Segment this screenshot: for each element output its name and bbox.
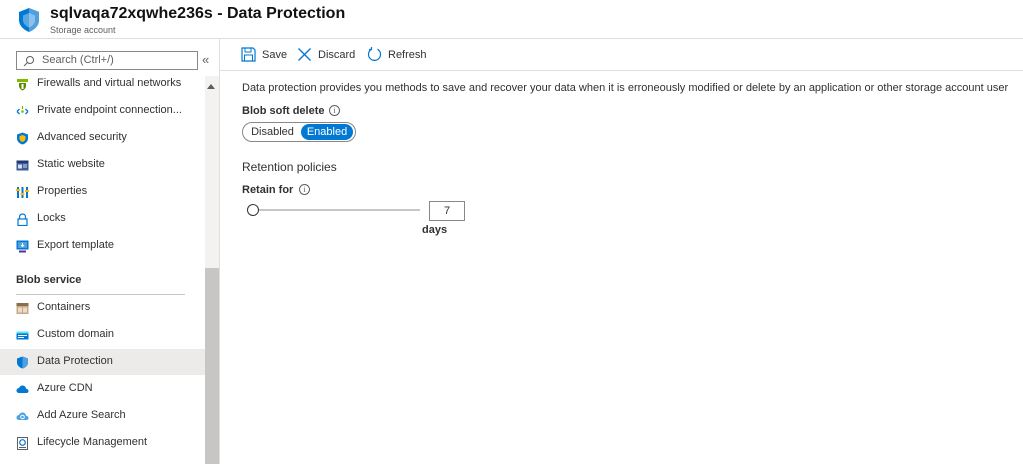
sidebar-item-label: Data Protection	[37, 355, 113, 367]
sidebar-item-label: Locks	[37, 212, 66, 224]
refresh-label: Refresh	[388, 49, 427, 61]
retain-for-label: Retain for	[242, 184, 294, 196]
days-unit-label: days	[422, 224, 448, 236]
sidebar-item-export-template[interactable]: Export template	[0, 233, 205, 259]
containers-icon	[16, 303, 29, 314]
sidebar-item-static-website[interactable]: Static website	[0, 152, 205, 178]
refresh-icon	[367, 47, 382, 61]
sidebar-item-label: Add Azure Search	[37, 409, 126, 421]
info-icon[interactable]: i	[299, 184, 310, 195]
lifecycle-icon	[17, 437, 28, 450]
sidebar-item-add-azure-search[interactable]: Add Azure Search	[0, 403, 205, 429]
sidebar-item-label: Static website	[37, 158, 105, 170]
sidebar-item-properties[interactable]: Properties	[0, 179, 205, 205]
custom-domain-icon	[16, 331, 29, 340]
header: sqlvaqa72xqwhe236s - Data Protection Sto…	[0, 0, 1023, 39]
sidebar-item-azure-cdn[interactable]: Azure CDN	[0, 376, 205, 402]
scroll-up-arrow-icon[interactable]	[207, 84, 215, 89]
cloud-icon	[16, 385, 29, 393]
retention-slider-track[interactable]	[256, 209, 420, 211]
sidebar-item-advanced-security[interactable]: Advanced security	[0, 125, 205, 151]
sidebar-item-label: Firewalls and virtual networks	[37, 77, 182, 89]
shield-icon	[17, 132, 28, 145]
sidebar-item-containers[interactable]: Containers	[0, 295, 205, 321]
search-icon	[23, 56, 34, 67]
sidebar-item-label: Azure CDN	[37, 382, 93, 394]
section-heading-blob-service: Blob service	[16, 274, 82, 286]
command-bar: Save Discard Refresh	[220, 39, 1023, 71]
sidebar-item-label: Properties	[37, 185, 88, 197]
blob-soft-delete-label: Blob soft delete	[242, 105, 325, 117]
close-icon	[298, 48, 311, 61]
sidebar-item-label: Lifecycle Management	[37, 436, 148, 448]
sidebar-item-label: Containers	[37, 301, 91, 313]
search-box[interactable]	[16, 51, 198, 70]
retention-slider-thumb[interactable]	[247, 204, 259, 216]
save-icon	[241, 47, 256, 62]
sidebar-item-label: Private endpoint connection...	[37, 104, 182, 116]
sidebar-item-label: Advanced security	[37, 131, 127, 143]
sidebar-item-firewalls[interactable]: Firewalls and virtual networks	[0, 71, 205, 97]
retention-policies-heading: Retention policies	[242, 160, 337, 174]
collapse-sidebar-button[interactable]: «	[202, 52, 209, 67]
retention-days-input[interactable]	[429, 201, 465, 221]
private-endpoint-icon	[16, 106, 29, 115]
toggle-enabled-option[interactable]: Enabled	[301, 124, 353, 140]
sidebar-item-label: Export template	[37, 239, 115, 251]
toggle-disabled-option[interactable]: Disabled	[246, 124, 299, 140]
soft-delete-toggle[interactable]: Disabled Enabled	[242, 122, 356, 142]
firewall-icon	[17, 79, 28, 91]
discard-label: Discard	[318, 49, 356, 61]
sidebar-item-custom-domain[interactable]: Custom domain	[0, 322, 205, 348]
static-website-icon	[16, 160, 29, 171]
storage-shield-icon	[19, 8, 39, 32]
sidebar: « Firewalls and virtual networks Private…	[0, 39, 220, 464]
save-label: Save	[262, 49, 288, 61]
page-subtitle: Storage account	[50, 25, 116, 35]
sidebar-item-data-protection[interactable]: Data Protection	[0, 349, 205, 375]
sidebar-item-locks[interactable]: Locks	[0, 206, 205, 232]
properties-icon	[16, 187, 29, 198]
sidebar-item-lifecycle-management[interactable]: Lifecycle Management	[0, 430, 205, 456]
data-protection-icon	[17, 356, 28, 369]
search-input[interactable]	[42, 52, 192, 67]
sidebar-item-label: Custom domain	[37, 328, 115, 340]
info-icon[interactable]: i	[329, 105, 340, 116]
sidebar-scrollbar-thumb[interactable]	[205, 268, 219, 464]
lock-icon	[17, 213, 28, 226]
export-template-icon	[16, 240, 29, 253]
page-title: sqlvaqa72xqwhe236s - Data Protection	[50, 5, 346, 22]
description-text: Data protection provides you methods to …	[242, 82, 1009, 94]
sidebar-item-private-endpoint[interactable]: Private endpoint connection...	[0, 98, 205, 124]
azure-search-icon	[16, 412, 29, 420]
